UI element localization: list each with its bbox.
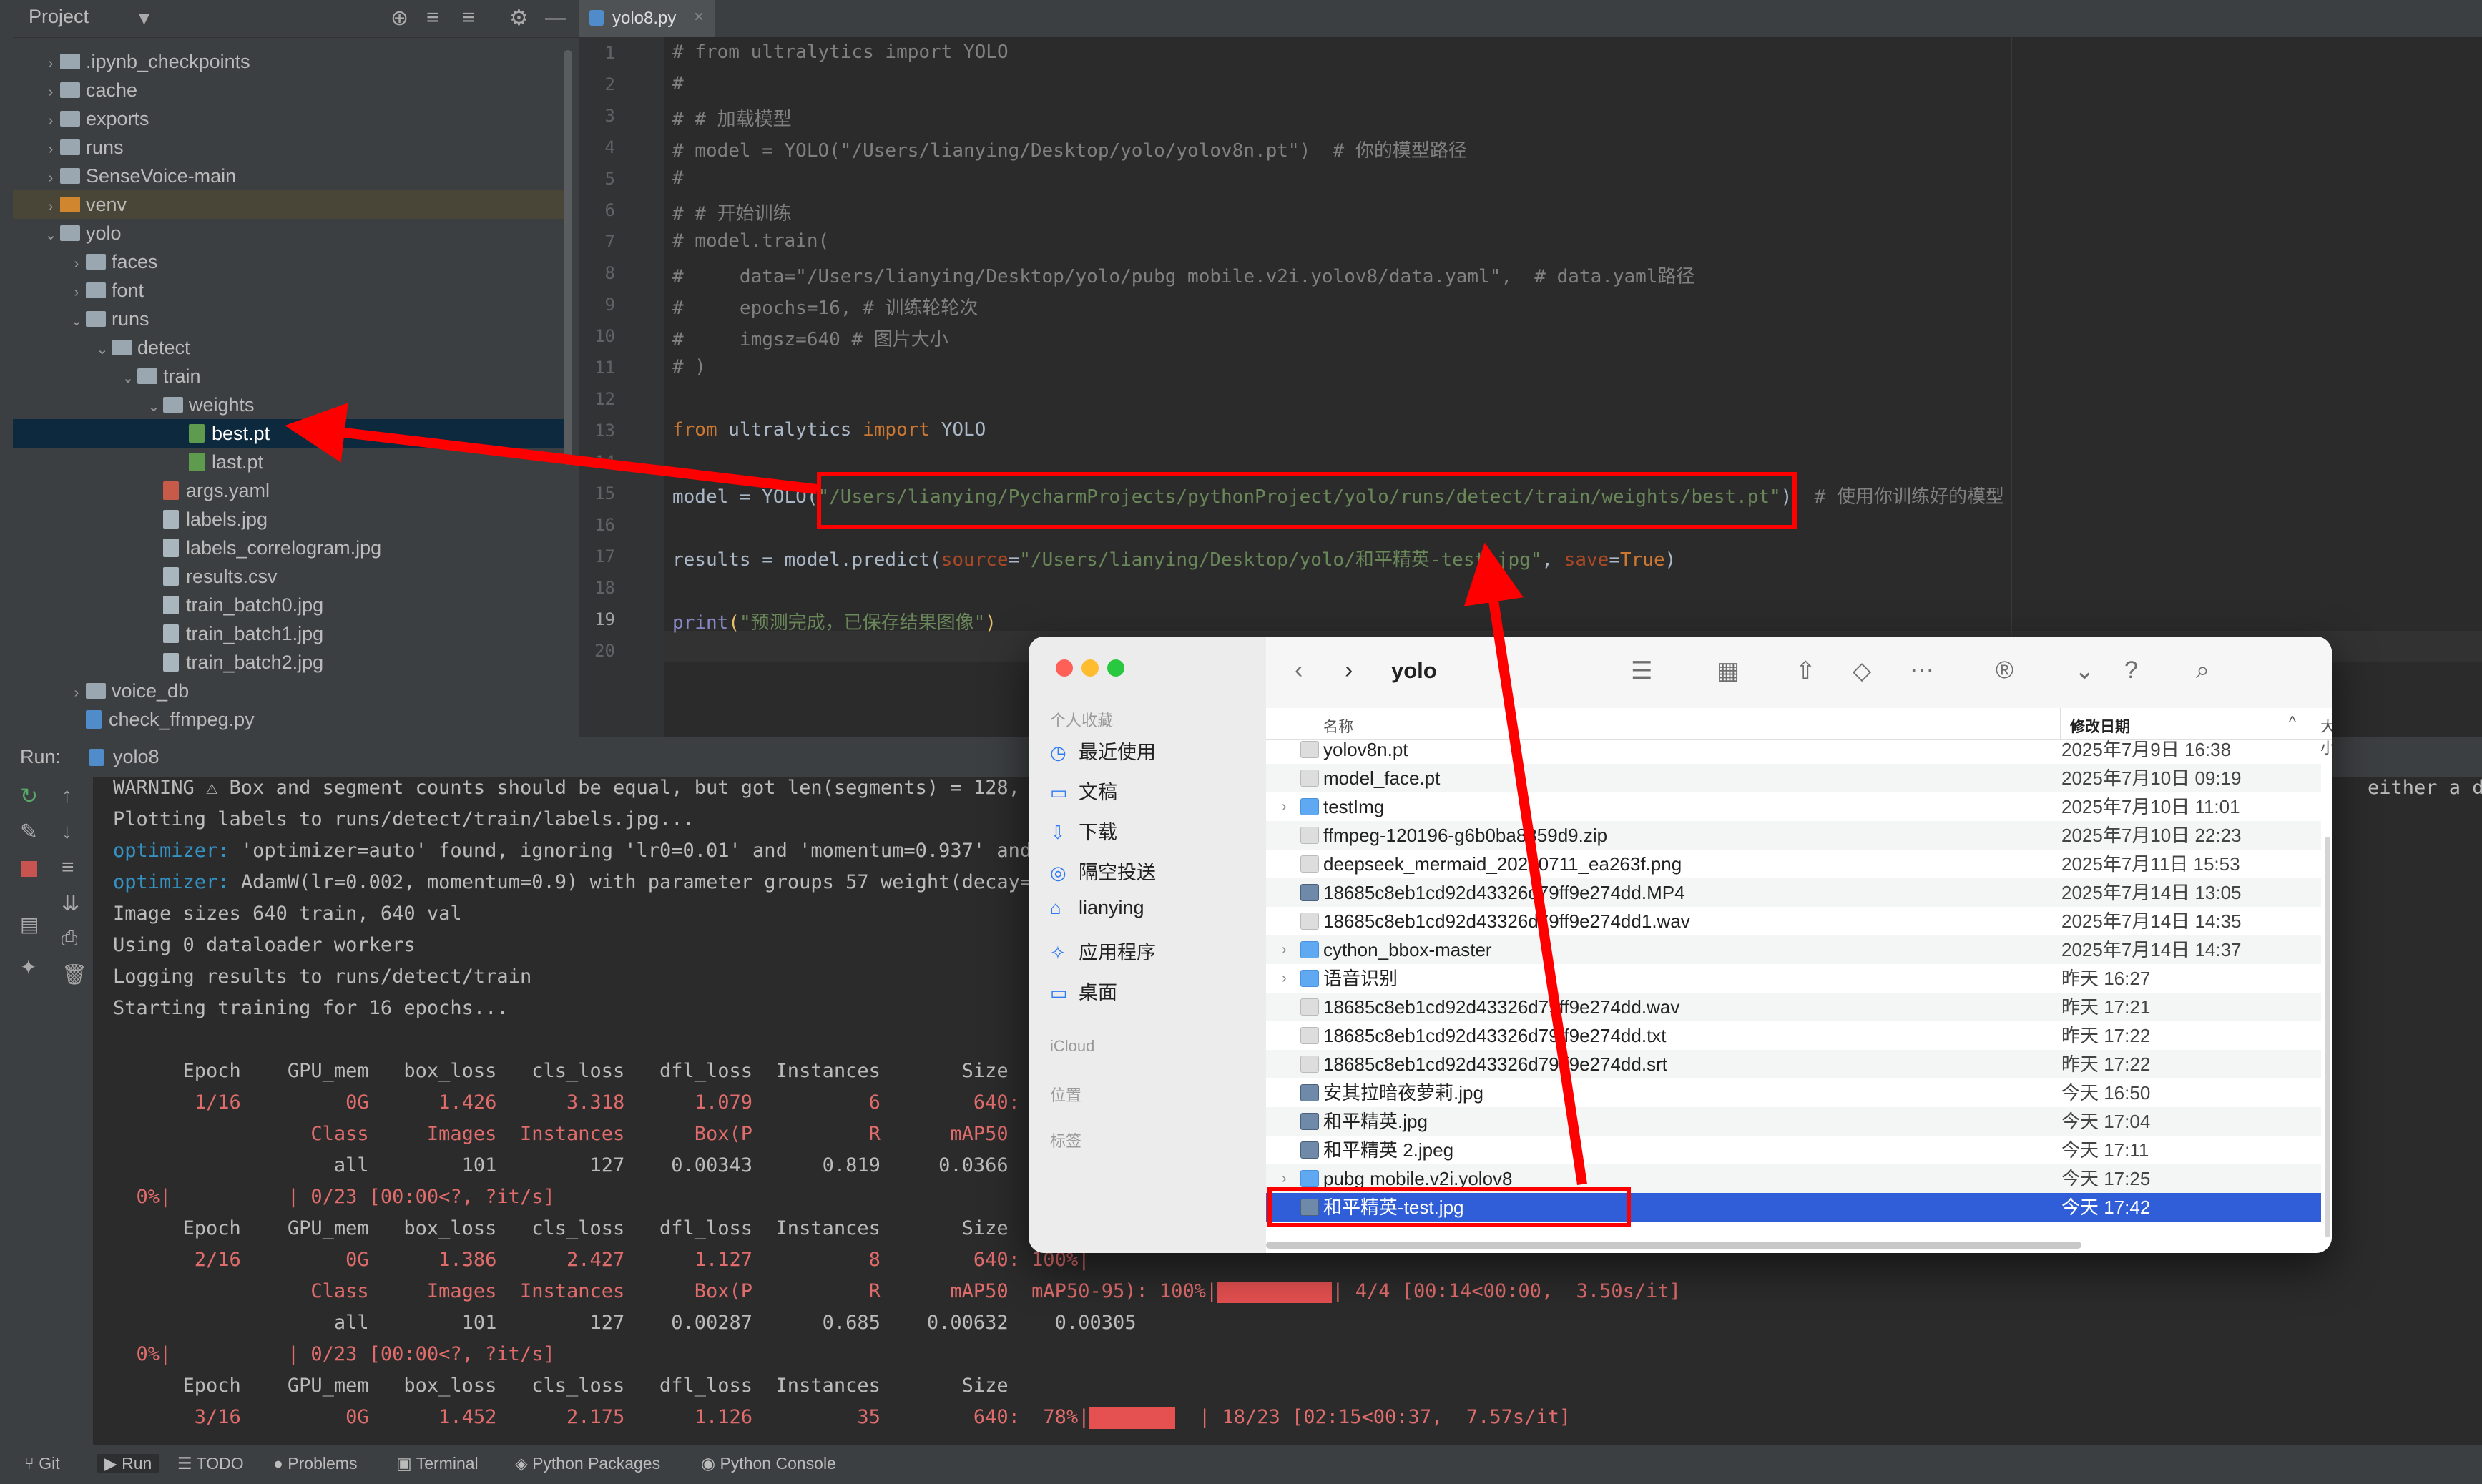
arrow-to-best-pt bbox=[285, 403, 818, 494]
arrow-to-source-path bbox=[1463, 542, 1587, 1186]
annotation-arrows bbox=[285, 403, 1587, 1186]
